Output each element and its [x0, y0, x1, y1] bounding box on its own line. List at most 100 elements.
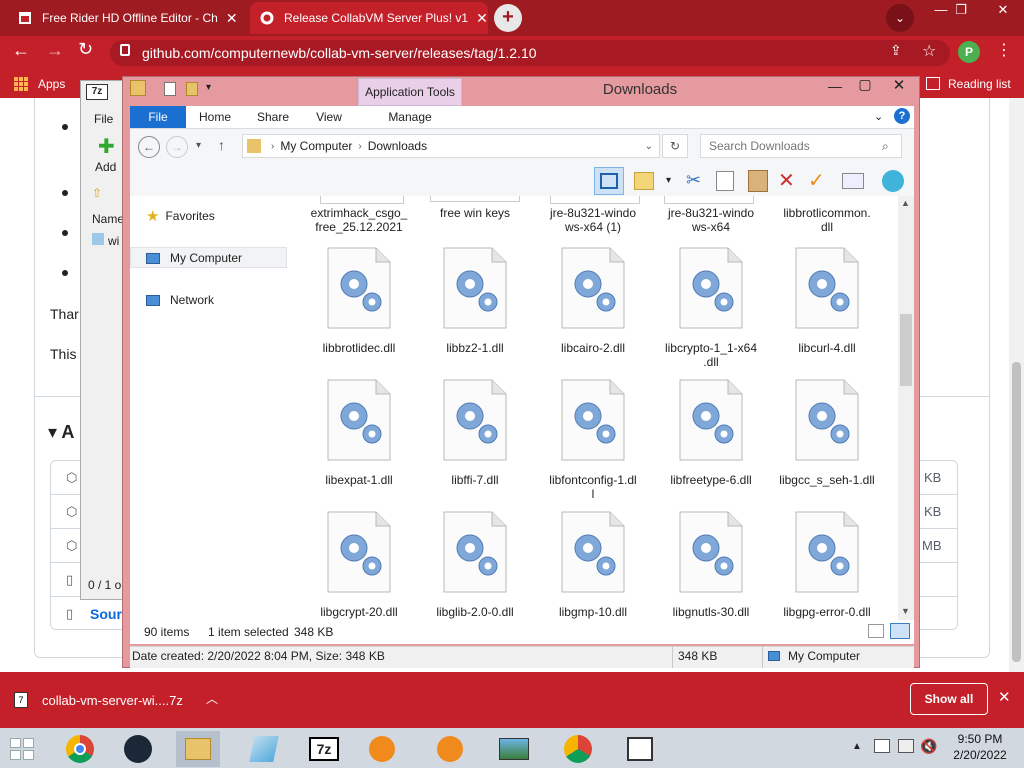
help-icon[interactable]: ?: [894, 108, 910, 124]
download-item[interactable]: 7 collab-vm-server-wi....7z: [14, 684, 234, 716]
nav-network[interactable]: Network: [146, 290, 214, 310]
file-item[interactable]: libgmp-10.dll: [538, 510, 648, 619]
large-icons-view-icon[interactable]: [890, 623, 910, 639]
sevenzip-menu-file[interactable]: File: [94, 112, 113, 126]
file-item[interactable]: libexpat-1.dll: [304, 378, 414, 487]
delete-icon[interactable]: ✕: [778, 168, 795, 193]
checkmark-icon[interactable]: ✓: [808, 168, 825, 193]
file-item[interactable]: libgcrypt-20.dll: [304, 510, 414, 619]
file-item[interactable]: jre-8u321-windo ws-x64: [656, 206, 766, 234]
add-label[interactable]: Add: [95, 160, 116, 174]
ribbon-tab-view[interactable]: View: [306, 106, 352, 128]
search-input[interactable]: Search Downloads: [700, 134, 902, 158]
taskbar-app-orange-2[interactable]: [428, 731, 472, 767]
refresh-icon[interactable]: ↻: [662, 134, 688, 158]
new-tab-button[interactable]: +: [494, 4, 522, 32]
folder-up-icon[interactable]: ⇧: [92, 186, 102, 200]
close-tab-icon[interactable]: ✕: [468, 10, 488, 27]
file-item[interactable]: libglib-2.0-0.dll: [420, 510, 530, 619]
file-item[interactable]: libfontconfig-1.dl l: [538, 378, 648, 501]
details-view-icon[interactable]: [868, 624, 884, 638]
share-icon[interactable]: ⇪: [890, 42, 902, 59]
volume-muted-icon[interactable]: 🔇: [920, 738, 937, 755]
close-downloads-icon[interactable]: ✕: [998, 688, 1011, 706]
taskbar-app-orange[interactable]: [360, 731, 404, 767]
file-item[interactable]: libgpg-error-0.dll: [772, 510, 882, 619]
file-item[interactable]: libffi-7.dll: [420, 378, 530, 487]
reading-list-icon[interactable]: [926, 77, 940, 90]
profile-avatar[interactable]: P: [958, 41, 980, 63]
close-window-icon[interactable]: ✕: [884, 76, 914, 94]
forward-icon[interactable]: →: [166, 136, 188, 158]
forward-icon[interactable]: →: [46, 40, 64, 61]
page-scrollbar[interactable]: [1009, 98, 1024, 672]
file-list-scrollbar[interactable]: ▲ ▼: [898, 196, 914, 620]
taskbar-photos[interactable]: [492, 731, 536, 767]
rename-icon[interactable]: [842, 173, 864, 189]
taskbar-app[interactable]: [242, 731, 286, 767]
cut-icon[interactable]: ✂: [686, 170, 701, 191]
ribbon-expand-icon[interactable]: ⌄: [874, 110, 883, 123]
minimize-icon[interactable]: —: [822, 78, 848, 94]
breadcrumb-my-computer[interactable]: My Computer: [280, 139, 352, 153]
scroll-thumb[interactable]: [900, 314, 912, 386]
reading-list-link[interactable]: Reading list: [948, 77, 1011, 91]
start-button[interactable]: [0, 731, 44, 767]
maximize-icon[interactable]: ▢: [852, 76, 878, 93]
back-icon[interactable]: ←: [138, 136, 160, 158]
chevron-up-icon[interactable]: ︿: [206, 690, 218, 707]
bookmark-star-icon[interactable]: ☆: [922, 41, 936, 61]
back-icon[interactable]: ←: [12, 40, 30, 61]
ribbon-tab-manage[interactable]: Manage: [378, 106, 442, 128]
taskbar-chrome[interactable]: [58, 731, 102, 767]
add-icon[interactable]: ✚: [98, 134, 115, 159]
apps-grid-icon[interactable]: [14, 77, 28, 91]
network-tray-icon[interactable]: [898, 739, 914, 753]
ribbon-tab-share[interactable]: Share: [250, 106, 296, 128]
file-item[interactable]: extrimhack_csgo_ free_25.12.2021: [304, 206, 414, 234]
file-item[interactable]: libcairo-2.dll: [538, 246, 648, 355]
taskbar-chrome-2[interactable]: [556, 731, 600, 767]
globe-icon[interactable]: [882, 170, 904, 192]
close-window-icon[interactable]: ✕: [988, 2, 1018, 18]
tab-free-rider[interactable]: Free Rider HD Offline Editor - Ch ✕: [8, 2, 246, 34]
apps-link[interactable]: Apps: [38, 77, 65, 91]
action-center-icon[interactable]: [874, 739, 890, 753]
file-item[interactable]: libbz2-1.dll: [420, 246, 530, 355]
paste-icon[interactable]: [748, 170, 768, 192]
system-clock[interactable]: 9:50 PM 2/20/2022: [942, 731, 1018, 763]
folder-options-icon[interactable]: [634, 172, 654, 190]
ribbon-tab-file[interactable]: File: [130, 106, 186, 128]
show-all-button[interactable]: Show all: [910, 683, 988, 715]
file-item[interactable]: jre-8u321-windo ws-x64 (1): [538, 206, 648, 234]
file-item[interactable]: libbrotlidec.dll: [304, 246, 414, 355]
tab-collabvm-release[interactable]: Release CollabVM Server Plus! v1 ✕: [250, 2, 488, 34]
quick-access-dropdown-icon[interactable]: ▾: [206, 82, 211, 93]
taskbar-7zip[interactable]: 7z: [302, 731, 346, 767]
address-bar[interactable]: › My Computer › Downloads ⌄: [242, 134, 660, 158]
tab-search-icon[interactable]: ⌄: [886, 4, 914, 32]
restore-icon[interactable]: ❐: [946, 2, 976, 18]
taskbar-snipping[interactable]: [618, 731, 662, 767]
more-menu-icon[interactable]: ⋮: [996, 40, 1012, 60]
file-item[interactable]: libcrypto-1_1-x64 .dll: [656, 246, 766, 369]
archive-row[interactable]: wi: [108, 234, 119, 248]
ribbon-tab-home[interactable]: Home: [192, 106, 238, 128]
properties-icon[interactable]: [164, 82, 176, 96]
taskbar-steam[interactable]: [116, 731, 160, 767]
reload-icon[interactable]: ↻: [78, 39, 93, 60]
file-item[interactable]: libfreetype-6.dll: [656, 378, 766, 487]
new-folder-icon[interactable]: [186, 82, 198, 96]
file-item[interactable]: libbrotlicommon. dll: [772, 206, 882, 234]
file-item[interactable]: libcurl-4.dll: [772, 246, 882, 355]
up-icon[interactable]: ↑: [218, 137, 225, 153]
dropdown-icon[interactable]: ▾: [666, 175, 671, 186]
tray-expand-icon[interactable]: ▲: [852, 741, 862, 752]
file-item[interactable]: free win keys: [420, 206, 530, 220]
scroll-down-icon[interactable]: ▼: [901, 606, 910, 616]
address-bar[interactable]: github.com/computernewb/collab-vm-server…: [110, 40, 950, 66]
column-name[interactable]: Name: [92, 212, 124, 226]
copy-icon[interactable]: [716, 171, 734, 191]
taskbar-explorer[interactable]: [176, 731, 220, 767]
nav-my-computer[interactable]: My Computer: [146, 248, 242, 268]
